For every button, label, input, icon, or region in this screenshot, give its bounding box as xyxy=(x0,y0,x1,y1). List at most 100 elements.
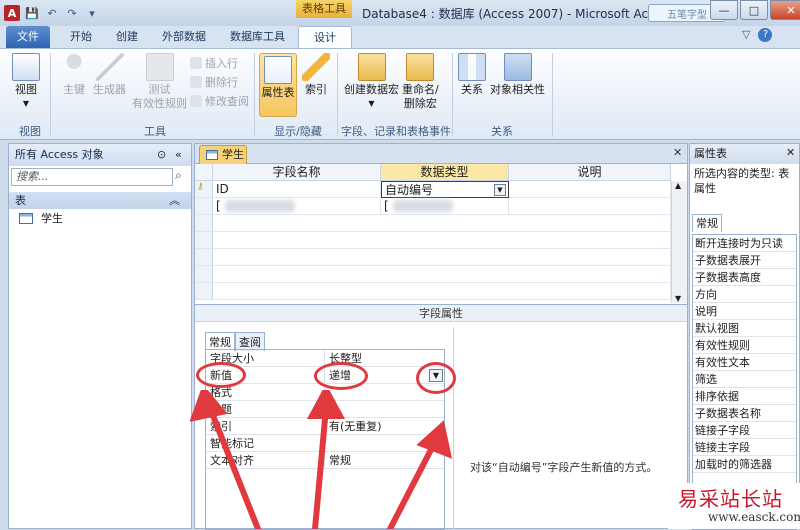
redacted-text xyxy=(225,200,295,212)
row-selector[interactable] xyxy=(195,249,213,266)
builder-label: 生成器 xyxy=(93,83,126,96)
empty-row[interactable] xyxy=(213,232,671,249)
nav-group-tables[interactable]: 表 ︽ xyxy=(9,192,191,209)
property-item[interactable]: 加载时的筛选器 xyxy=(693,456,796,473)
empty-row[interactable] xyxy=(213,215,671,232)
property-item[interactable]: 断开连接时为只读 xyxy=(693,235,796,252)
key-icon: ⚷ xyxy=(197,182,204,192)
annotation-arrow xyxy=(387,437,439,529)
property-item[interactable]: 子数据表展开 xyxy=(693,252,796,269)
close-button[interactable]: ✕ xyxy=(770,0,800,20)
column-header-field-name: 字段名称 xyxy=(213,164,381,181)
column-header-data-type: 数据类型 xyxy=(381,164,509,181)
column-header-description: 说明 xyxy=(509,164,671,181)
row-selector[interactable] xyxy=(195,283,213,300)
object-dependencies-button[interactable]: 对象相关性 xyxy=(490,53,545,97)
primary-key-label: 主键 xyxy=(63,83,85,96)
property-item[interactable]: 子数据表高度 xyxy=(693,269,796,286)
nav-menu-icon[interactable]: ⊙ xyxy=(157,144,166,166)
property-item[interactable]: 子数据表名称 xyxy=(693,405,796,422)
nav-group-label: 表 xyxy=(15,194,26,207)
row-selector-header xyxy=(195,164,213,181)
close-document-icon[interactable]: ✕ xyxy=(673,146,682,159)
tab-external-data[interactable]: 外部数据 xyxy=(152,26,216,48)
tab-create[interactable]: 创建 xyxy=(106,26,148,48)
collapse-ribbon-icon[interactable]: ▽ xyxy=(742,28,750,42)
divider xyxy=(452,53,453,137)
primary-key-row-selector[interactable]: ⚷ xyxy=(195,181,213,198)
primary-key-button[interactable]: 主键 xyxy=(60,53,88,97)
row-selector[interactable] xyxy=(195,266,213,283)
document-tab-student[interactable]: 学生 xyxy=(199,145,247,164)
description-cell[interactable] xyxy=(509,181,671,198)
indexes-label: 索引 xyxy=(305,83,327,96)
delete-rows-label: 删除行 xyxy=(205,76,238,89)
relationships-button[interactable]: 关系 xyxy=(458,53,486,97)
vertical-scrollbar[interactable]: ▲ ▼ xyxy=(671,181,687,303)
modify-lookups-icon xyxy=(190,95,202,107)
scroll-up-icon[interactable]: ▲ xyxy=(675,181,681,190)
annotation-arrowhead xyxy=(190,390,228,422)
data-type-cell[interactable]: 自动编号 ▼ xyxy=(381,181,509,198)
property-item[interactable]: 有效性规则 xyxy=(693,337,796,354)
row-selector[interactable] xyxy=(195,232,213,249)
maximize-button[interactable]: □ xyxy=(740,0,768,20)
property-item[interactable]: 默认视图 xyxy=(693,320,796,337)
redo-icon[interactable]: ↷ xyxy=(64,5,80,21)
insert-rows-button[interactable]: 插入行 xyxy=(190,55,238,71)
group-view-label: 视图 xyxy=(19,125,41,138)
nav-item-student-table[interactable]: 学生 xyxy=(19,210,63,226)
close-property-sheet-icon[interactable]: ✕ xyxy=(786,146,795,159)
scroll-down-icon[interactable]: ▼ xyxy=(675,294,681,303)
test-validation-rules-button[interactable]: 测试 有效性规则 xyxy=(132,53,187,111)
help-icon[interactable]: ? xyxy=(758,28,773,42)
property-item[interactable]: 方向 xyxy=(693,286,796,303)
create-data-macros-button[interactable]: 创建数据宏 ▼ xyxy=(344,53,399,111)
window-controls: — □ ✕ xyxy=(708,0,800,20)
modify-lookups-button[interactable]: 修改查阅 xyxy=(190,93,249,109)
property-item[interactable]: 链接主字段 xyxy=(693,439,796,456)
navigation-pane: 所有 Access 对象 ⊙ « 搜索... ⌕ 表 ︽ 学生 xyxy=(8,143,192,529)
data-type-dropdown-icon[interactable]: ▼ xyxy=(494,184,506,196)
customize-qat-icon[interactable]: ▾ xyxy=(84,5,100,21)
minimize-button[interactable]: — xyxy=(710,0,738,20)
ribbon: 视图 ▼ 视图 主键 生成器 测试 有效性规则 插入行 删除行 修改查阅 工具 … xyxy=(0,48,800,140)
empty-row[interactable] xyxy=(213,249,671,266)
nav-search-input[interactable]: 搜索... xyxy=(11,168,173,186)
data-type-value: 自动编号 xyxy=(385,183,434,197)
description-cell[interactable] xyxy=(509,198,671,215)
empty-row[interactable] xyxy=(213,283,671,300)
table-tools-context-label: 表格工具 xyxy=(296,0,352,18)
property-item[interactable]: 排序依据 xyxy=(693,388,796,405)
delete-rows-button[interactable]: 删除行 xyxy=(190,74,238,90)
search-icon[interactable]: ⌕ xyxy=(175,168,189,186)
property-item[interactable]: 有效性文本 xyxy=(693,354,796,371)
tab-file[interactable]: 文件 xyxy=(6,26,50,48)
empty-row[interactable] xyxy=(213,266,671,283)
site-watermark: 易采站长站 www.easck.com xyxy=(668,483,800,529)
quick-access-toolbar: A 💾 ↶ ↷ ▾ xyxy=(4,3,100,23)
save-icon[interactable]: 💾 xyxy=(24,5,40,21)
property-sheet-button[interactable]: 属性表 xyxy=(259,53,297,117)
tab-home[interactable]: 开始 xyxy=(60,26,102,48)
property-sheet-tab-general[interactable]: 常规 xyxy=(692,214,722,232)
collapse-nav-icon[interactable]: « xyxy=(175,144,182,166)
nav-header[interactable]: 所有 Access 对象 ⊙ « xyxy=(9,144,191,166)
group-events-label: 字段、记录和表格事件 xyxy=(341,125,451,138)
tab-design[interactable]: 设计 xyxy=(298,26,352,48)
access-app-icon[interactable]: A xyxy=(4,5,20,21)
tab-database-tools[interactable]: 数据库工具 xyxy=(220,26,295,48)
field-name-cell[interactable]: ID xyxy=(213,181,381,198)
row-selector[interactable] xyxy=(195,215,213,232)
property-item[interactable]: 链接子字段 xyxy=(693,422,796,439)
indexes-button[interactable]: 索引 xyxy=(302,53,330,97)
property-item[interactable]: 说明 xyxy=(693,303,796,320)
ribbon-tabs: 文件 开始 创建 外部数据 数据库工具 设计 xyxy=(0,26,800,48)
view-button[interactable]: 视图 ▼ xyxy=(12,53,40,111)
dropdown-arrow-icon: ▼ xyxy=(22,99,30,108)
undo-icon[interactable]: ↶ xyxy=(44,5,60,21)
builder-button[interactable]: 生成器 xyxy=(93,53,126,97)
row-selector[interactable] xyxy=(195,198,213,215)
property-item[interactable]: 筛选 xyxy=(693,371,796,388)
rename-delete-macro-button[interactable]: 重命名/ 删除宏 xyxy=(402,53,439,111)
